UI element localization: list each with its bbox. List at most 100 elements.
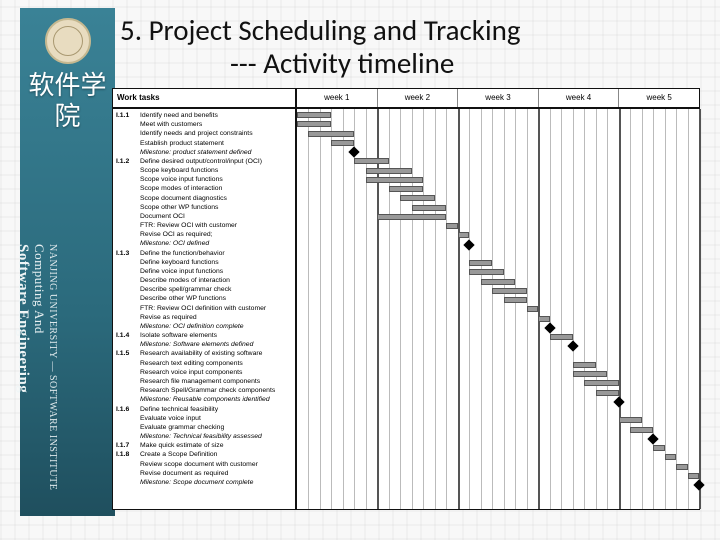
task-row: Research text editing components [116, 359, 292, 368]
sidebar-eng-line3: Software Engineering [14, 244, 31, 504]
task-row: Evaluate voice input [116, 414, 292, 423]
gantt-bar [412, 205, 446, 211]
gantt-bar [458, 232, 469, 238]
task-name: FTR: Review OCI with customer [140, 221, 292, 230]
grid-line [538, 109, 540, 509]
task-row: Establish product statement [116, 139, 292, 148]
task-id [116, 340, 140, 349]
milestone-icon [693, 479, 704, 490]
title-line2: --- Activity timeline [230, 47, 716, 80]
task-name: Milestone: Scope document complete [140, 478, 292, 487]
gantt-bar [297, 121, 331, 127]
task-name: Milestone: OCI definition complete [140, 322, 292, 331]
gantt-bar [596, 390, 619, 396]
grid-line [573, 109, 574, 509]
grid-line [642, 109, 643, 509]
task-name: Revise as required [140, 313, 292, 322]
gantt-bar [665, 454, 676, 460]
gantt-bar [619, 417, 642, 423]
task-name: Establish product statement [140, 139, 292, 148]
grid-line [308, 109, 309, 509]
gantt-bar [573, 371, 607, 377]
task-id [116, 203, 140, 212]
task-row: Identify needs and project constraints [116, 129, 292, 138]
task-row: Review scope document with customer [116, 460, 292, 469]
task-name: Define technical feasibility [140, 405, 292, 414]
title-line1: 5. Project Scheduling and Tracking [120, 12, 521, 48]
task-id [116, 322, 140, 331]
grid-line [665, 109, 666, 509]
sidebar-chinese-text: 软件学院 [20, 70, 115, 132]
gantt-bar [377, 214, 446, 220]
week-header: week 4 [539, 89, 620, 107]
task-row: Document OCI [116, 212, 292, 221]
task-row: I.1.5Research availability of existing s… [116, 349, 292, 358]
task-row: Describe modes of interaction [116, 276, 292, 285]
gantt-bar [389, 186, 423, 192]
task-row: Milestone: product statement defined [116, 148, 292, 157]
task-row: Revise OCI as required; [116, 230, 292, 239]
task-id [116, 469, 140, 478]
task-name: Define voice input functions [140, 267, 292, 276]
grid-line [343, 109, 344, 509]
gantt-bar [481, 279, 515, 285]
grid-line [699, 109, 701, 509]
gantt-bar [400, 195, 434, 201]
task-row: FTR: Review OCI with customer [116, 221, 292, 230]
gantt-bar [354, 158, 388, 164]
chart-header: Work tasks week 1week 2week 3week 4week … [113, 89, 699, 109]
gantt-bar [297, 112, 331, 118]
task-row: Revise as required [116, 313, 292, 322]
task-row: Scope modes of interaction [116, 184, 292, 193]
task-row: I.1.4Isolate software elements [116, 331, 292, 340]
task-name: Milestone: Reusable components identifie… [140, 395, 292, 404]
university-seal [45, 18, 91, 64]
task-name: Evaluate grammar checking [140, 423, 292, 432]
gantt-bar [492, 288, 526, 294]
gantt-bar [527, 306, 538, 312]
task-name: Define desired output/control/input (OCI… [140, 157, 292, 166]
milestone-icon [544, 322, 555, 333]
task-id [116, 221, 140, 230]
task-row: Research voice input components [116, 368, 292, 377]
week-header: week 2 [378, 89, 459, 107]
task-id [116, 359, 140, 368]
gantt-bar [308, 131, 354, 137]
task-row: Scope keyboard functions [116, 166, 292, 175]
grid-line [354, 109, 355, 509]
grid-line [492, 109, 493, 509]
grid-line [630, 109, 631, 509]
task-name: Scope document diagnostics [140, 194, 292, 203]
grid-line [446, 109, 447, 509]
task-row: Milestone: OCI defined [116, 239, 292, 248]
task-row: Revise document as required [116, 469, 292, 478]
task-row: I.1.7Make quick estimate of size [116, 441, 292, 450]
milestone-icon [647, 433, 658, 444]
task-name: Scope modes of interaction [140, 184, 292, 193]
task-name: Review scope document with customer [140, 460, 292, 469]
slide-title: 5. Project Scheduling and Tracking --- A… [120, 14, 716, 81]
task-row: I.1.6Define technical feasibility [116, 405, 292, 414]
task-id [116, 478, 140, 487]
task-id: I.1.7 [116, 441, 140, 450]
task-name: FTR: Review OCI definition with customer [140, 304, 292, 313]
task-id [116, 414, 140, 423]
grid-line [504, 109, 505, 509]
task-id [116, 194, 140, 203]
grid-line [596, 109, 597, 509]
milestone-icon [613, 396, 624, 407]
task-id: I.1.1 [116, 111, 140, 120]
week-header: week 3 [458, 89, 539, 107]
grid-line [469, 109, 470, 509]
task-name: Scope keyboard functions [140, 166, 292, 175]
grid-line [481, 109, 482, 509]
task-id: I.1.5 [116, 349, 140, 358]
task-id [116, 267, 140, 276]
task-id: I.1.3 [116, 249, 140, 258]
milestone-icon [349, 146, 360, 157]
gantt-bar [366, 177, 423, 183]
task-name: Revise document as required [140, 469, 292, 478]
grid-line [423, 109, 424, 509]
task-name: Describe other WP functions [140, 294, 292, 303]
slide-content: 5. Project Scheduling and Tracking --- A… [120, 0, 716, 540]
